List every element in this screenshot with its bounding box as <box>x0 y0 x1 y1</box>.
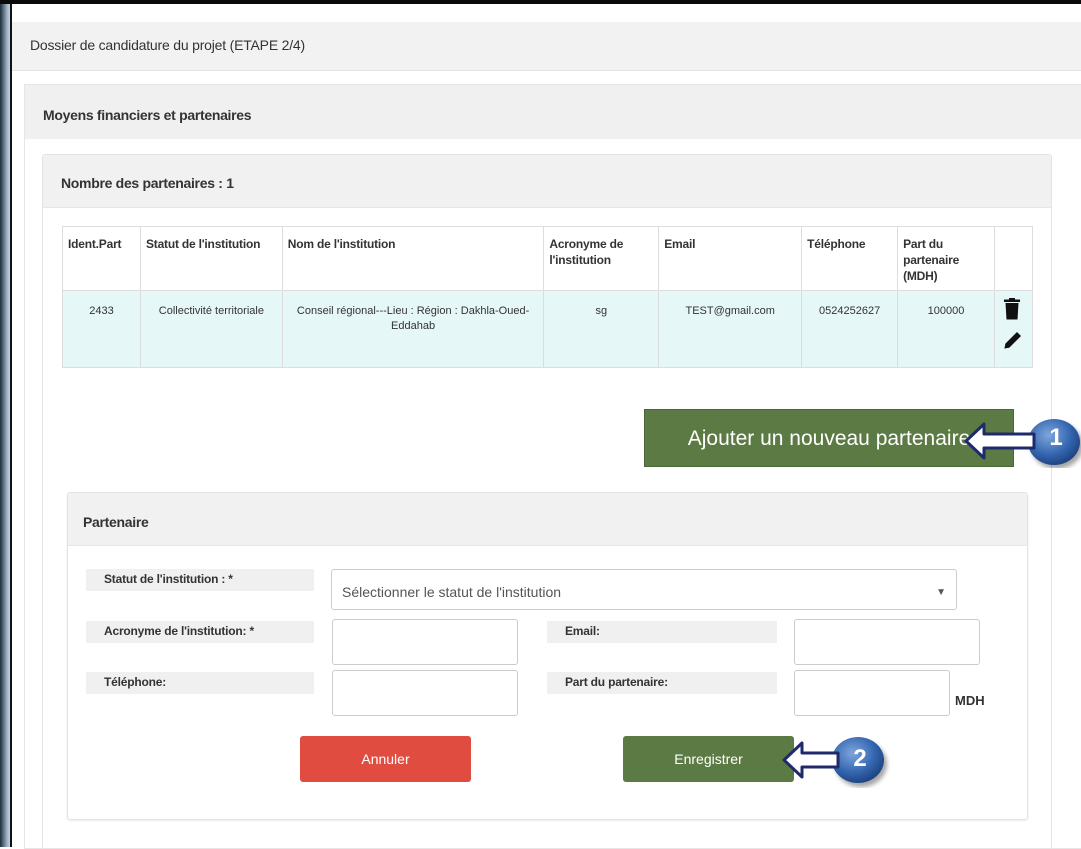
partners-table: Ident.Part Statut de l'institution Nom d… <box>62 226 1033 368</box>
save-button[interactable]: Enregistrer <box>623 736 794 782</box>
page: Dossier de candidature du projet (ETAPE … <box>12 4 1081 849</box>
cell-statut: Collectivité territoriale <box>139 290 283 368</box>
page-header: Dossier de candidature du projet (ETAPE … <box>12 22 1081 71</box>
cell-ident: 2433 <box>62 290 141 368</box>
cell-part: 100000 <box>897 290 995 368</box>
column-header-ident: Ident.Part <box>62 226 141 291</box>
cell-email: TEST@gmail.com <box>658 290 803 368</box>
column-header-email: Email <box>658 226 803 291</box>
acronyme-input[interactable] <box>332 619 518 665</box>
statut-select[interactable]: Sélectionner le statut de l'institution … <box>331 569 957 610</box>
part-unit: MDH <box>955 693 985 708</box>
cell-actions <box>994 290 1033 368</box>
column-header-telephone: Téléphone <box>801 226 899 291</box>
cell-acronyme: sg <box>543 290 660 368</box>
chevron-down-icon: ▼ <box>936 587 946 598</box>
partner-form-title: Partenaire <box>83 514 149 530</box>
callout-arrow-2 <box>782 737 884 783</box>
part-input[interactable] <box>794 670 950 716</box>
cancel-button[interactable]: Annuler <box>300 736 471 782</box>
email-label: Email: <box>547 621 777 643</box>
pencil-icon[interactable] <box>1003 330 1023 350</box>
column-header-acronyme: Acronyme de l'institution <box>543 226 660 291</box>
table-header-row: Ident.Part Statut de l'institution Nom d… <box>62 226 1033 291</box>
trash-icon[interactable] <box>1003 298 1021 320</box>
statut-select-value: Sélectionner le statut de l'institution <box>342 584 562 600</box>
partners-count: Nombre des partenaires : 1 <box>61 175 234 191</box>
add-partner-button[interactable]: Ajouter un nouveau partenaire <box>644 409 1014 467</box>
acronyme-label: Acronyme de l'institution: * <box>86 621 314 643</box>
partners-panel-header: Nombre des partenaires : 1 <box>43 155 1051 208</box>
email-input[interactable] <box>794 619 980 665</box>
column-header-part: Part du partenaire (MDH) <box>897 226 995 291</box>
part-label: Part du partenaire: <box>547 672 777 694</box>
financial-section-header: Moyens financiers et partenaires <box>25 85 1081 139</box>
financial-section-title: Moyens financiers et partenaires <box>43 107 252 123</box>
column-header-nom: Nom de l'institution <box>281 226 545 291</box>
telephone-input[interactable] <box>332 670 518 716</box>
callout-number-1: 1 <box>1049 424 1063 451</box>
cell-nom: Conseil régional---Lieu : Région : Dakhl… <box>281 290 545 368</box>
statut-label: Statut de l'institution : * <box>86 569 314 591</box>
table-row: 2433 Collectivité territoriale Conseil r… <box>62 290 1033 368</box>
telephone-label: Téléphone: <box>86 672 314 694</box>
callout-number-2: 2 <box>853 745 867 772</box>
column-header-statut: Statut de l'institution <box>139 226 283 291</box>
cell-telephone: 0524252627 <box>801 290 899 368</box>
column-header-actions <box>994 226 1033 291</box>
page-title: Dossier de candidature du projet (ETAPE … <box>30 37 305 53</box>
partner-form-header: Partenaire <box>68 493 1027 546</box>
